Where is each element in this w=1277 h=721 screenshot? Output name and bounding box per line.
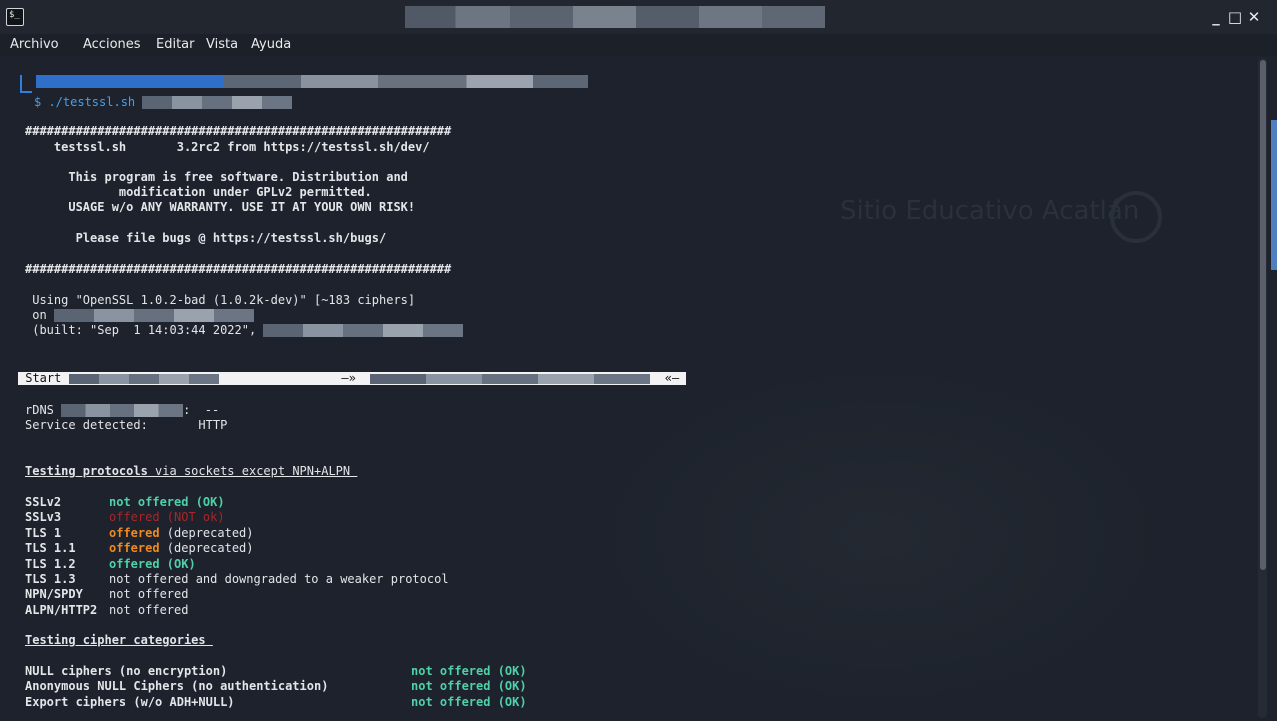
- protocol-note: (deprecated): [159, 525, 254, 540]
- menu-editar[interactable]: Editar: [156, 37, 195, 52]
- protocol-row: TLS 1.1 offered (deprecated): [25, 541, 254, 556]
- protocol-row: TLS 1 offered (deprecated): [25, 526, 254, 541]
- protocols-section-title: Testing protocols via sockets except NPN…: [25, 464, 357, 479]
- protocol-status: offered (OK): [109, 556, 196, 571]
- protocol-name: ALPN/HTTP2: [25, 602, 98, 617]
- banner-hash-top: ########################################…: [25, 124, 452, 138]
- prompt-command: ./testssl.sh: [41, 95, 136, 109]
- openssl-path-redacted: [53, 309, 254, 322]
- rdns-ip-redacted: [61, 404, 184, 417]
- protocol-name: TLS 1: [25, 525, 62, 540]
- cipher-status: not offered (OK): [411, 664, 527, 678]
- service-value: HTTP: [198, 418, 228, 432]
- watermark-text: Sitio Educativo Acatlán: [840, 196, 1140, 226]
- menu-archivo[interactable]: Archivo: [10, 37, 59, 52]
- protocol-row: TLS 1.2 offered (OK): [25, 557, 196, 572]
- arrow-left: «—: [664, 371, 680, 385]
- cipher-row: Export ciphers (w/o ADH+NULL) not offered…: [25, 695, 527, 710]
- banner-bugs: Please file bugs @ https://testssl.sh/bu…: [25, 231, 387, 245]
- maximize-button[interactable]: □: [1227, 8, 1243, 26]
- prompt-user-host-redacted: [36, 75, 588, 88]
- banner-hash-bottom: ########################################…: [25, 262, 452, 276]
- menu-ayuda[interactable]: Ayuda: [251, 37, 291, 52]
- cipher-name: NULL ciphers (no encryption): [25, 664, 228, 678]
- protocol-row: ALPN/HTTP2 not offered: [25, 603, 188, 618]
- protocol-name: TLS 1.3: [25, 572, 76, 586]
- menu-vista[interactable]: Vista: [206, 37, 238, 52]
- banner-license-2: modification under GPLv2 permitted.: [25, 185, 372, 199]
- protocol-name: TLS 1.2: [25, 556, 76, 571]
- minimize-button[interactable]: _: [1208, 8, 1224, 26]
- cipher-name: Export ciphers (w/o ADH+NULL): [25, 694, 235, 709]
- openssl-on-label: on: [25, 308, 54, 322]
- protocol-row: TLS 1.3 not offered and downgraded to a w…: [25, 572, 449, 587]
- start-bar: Start —» «—: [18, 372, 686, 385]
- cipher-status: not offered (OK): [411, 679, 527, 694]
- protocol-status: not offered: [109, 602, 189, 617]
- desktop-edge-strip: [1271, 120, 1277, 270]
- protocol-name: NPN/SPDY: [25, 587, 83, 602]
- arrow-right: —»: [341, 371, 356, 385]
- start-timestamp-redacted: [68, 373, 219, 384]
- protocol-status: offered (NOT ok): [109, 510, 225, 525]
- protocol-row: SSLv3 offered (NOT ok): [25, 510, 225, 525]
- protocol-status: not offered and downgraded to a weaker p…: [109, 572, 449, 586]
- banner-version: testssl.sh 3.2rc2 from https://testssl.s…: [25, 140, 430, 154]
- openssl-built-line: (built: "Sep 1 14:03:44 2022",: [25, 323, 464, 338]
- protocol-row: SSLv2 not offered (OK): [25, 495, 225, 510]
- close-button[interactable]: ✕: [1246, 8, 1262, 26]
- protocol-status: offered: [109, 525, 160, 540]
- protocols-suffix: via sockets except NPN+ALPN: [147, 464, 358, 478]
- cipher-status: not offered (OK): [411, 694, 527, 709]
- protocol-name: SSLv2: [25, 495, 62, 509]
- service-label: Service detected:: [25, 418, 148, 432]
- openssl-on-line: on: [25, 308, 254, 323]
- protocol-status: not offered: [109, 587, 189, 602]
- menu-bar: Archivo Acciones Editar Vista Ayuda: [0, 34, 1277, 56]
- cipher-row: Anonymous NULL Ciphers (no authenticatio…: [25, 679, 527, 694]
- window-title-redacted: [405, 6, 825, 28]
- protocol-status: offered: [109, 541, 160, 556]
- prompt-line: $ ./testssl.sh: [34, 95, 293, 110]
- cipher-row: NULL ciphers (no encryption) not offered …: [25, 664, 527, 679]
- prompt-corner-icon: [20, 75, 32, 93]
- rdns-value: --: [190, 403, 220, 417]
- ciphers-section-title: Testing cipher categories: [25, 633, 213, 647]
- protocol-row: NPN/SPDY not offered: [25, 587, 188, 602]
- protocol-status: not offered (OK): [109, 495, 225, 509]
- protocol-name: TLS 1.1: [25, 541, 76, 556]
- banner-license-3: USAGE w/o ANY WARRANTY. USE IT AT YOUR O…: [25, 200, 416, 214]
- start-label: Start: [18, 371, 69, 385]
- rdns-label: rDNS: [25, 403, 62, 417]
- protocols-title: Testing protocols: [25, 464, 148, 478]
- protocol-name: SSLv3: [25, 510, 62, 525]
- watermark-logo-icon: [1110, 191, 1162, 243]
- service-line: Service detected: HTTP: [25, 418, 227, 433]
- openssl-built-label: (built: "Sep 1 14:03:44 2022",: [25, 323, 264, 337]
- banner-license-1: This program is free software. Distribut…: [25, 170, 408, 184]
- menu-acciones[interactable]: Acciones: [83, 37, 141, 52]
- protocol-note: (deprecated): [159, 541, 254, 556]
- openssl-build-info-redacted: [263, 324, 464, 337]
- rdns-line: rDNS : --: [25, 403, 220, 417]
- terminal-output[interactable]: Sitio Educativo Acatlán: [0, 56, 1277, 721]
- title-bar: $_ _ □ ✕: [0, 0, 1277, 35]
- target-host-redacted: [370, 373, 651, 384]
- scrollbar-thumb[interactable]: [1260, 60, 1266, 570]
- background-image: [580, 356, 1180, 716]
- openssl-using: Using "OpenSSL 1.0.2-bad (1.0.2k-dev)" […: [25, 293, 416, 307]
- command-args-redacted: [142, 96, 293, 109]
- cipher-name: Anonymous NULL Ciphers (no authenticatio…: [25, 679, 329, 694]
- terminal-app-icon[interactable]: $_: [6, 8, 24, 26]
